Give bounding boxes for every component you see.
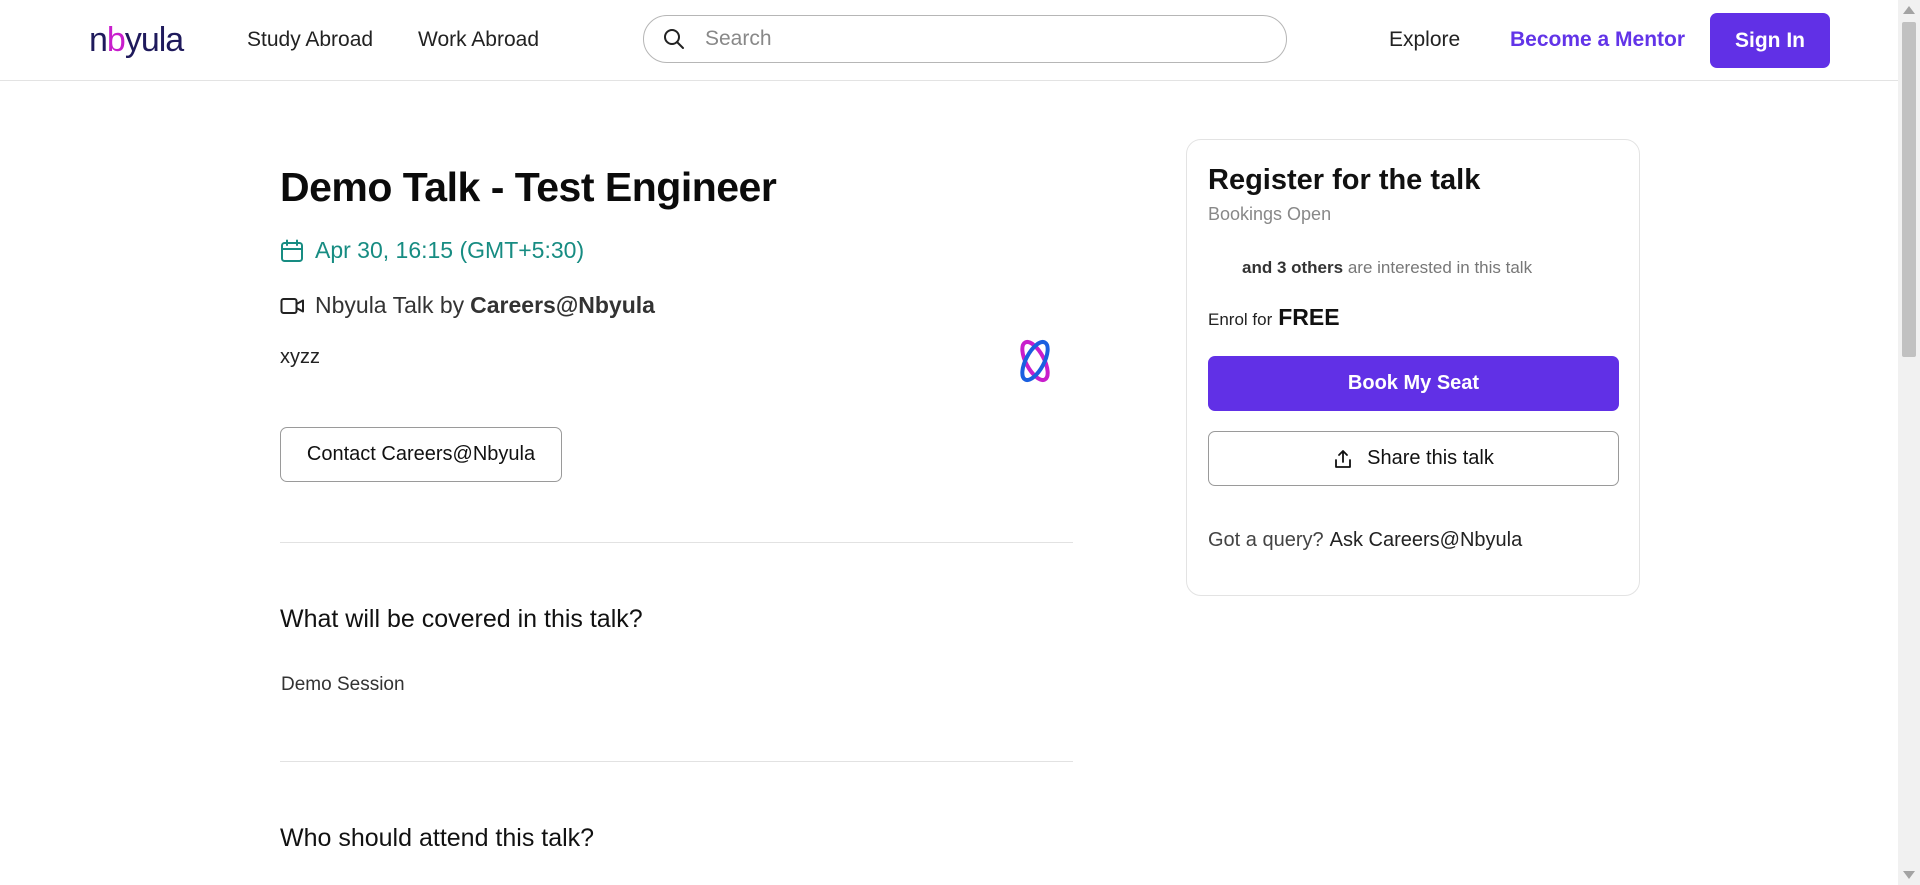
search-icon xyxy=(664,29,684,49)
calendar-icon xyxy=(281,239,303,262)
share-upload-icon xyxy=(1335,449,1352,468)
register-card: Register for the talk Bookings Open and … xyxy=(1186,139,1640,596)
scroll-up-arrow[interactable] xyxy=(1903,6,1915,14)
section-divider xyxy=(280,542,1073,543)
query-row: Got a query? Ask Careers@Nbyula xyxy=(1208,529,1522,552)
nbyula-logo[interactable]: nbyula xyxy=(89,20,184,59)
sign-in-button[interactable]: Sign In xyxy=(1710,13,1830,68)
search-input[interactable] xyxy=(703,26,1247,52)
talk-description: xyzz xyxy=(280,346,320,368)
nav-explore[interactable]: Explore xyxy=(1389,28,1460,52)
share-label: Share this talk xyxy=(1367,447,1494,469)
nbyula-mark-icon xyxy=(1017,337,1053,390)
interest-count-bold: and 3 others xyxy=(1242,258,1344,277)
section-heading-attendees: Who should attend this talk? xyxy=(280,824,595,852)
talk-date: Apr 30, 16:15 (GMT+5:30) xyxy=(280,237,584,264)
interest-count: and 3 others are interested in this talk xyxy=(1242,258,1532,278)
page-scrollbar[interactable] xyxy=(1898,0,1920,885)
logo-wordmark: nbyula xyxy=(89,20,184,59)
section-divider xyxy=(280,761,1073,762)
price-label: FREE xyxy=(1278,304,1340,330)
top-navbar: nbyula Study Abroad Work Abroad Explore … xyxy=(0,0,1898,81)
section-heading-covered: What will be covered in this talk? xyxy=(280,605,643,633)
query-prefix: Got a query? xyxy=(1208,529,1324,551)
ask-host-link[interactable]: Ask Careers@Nbyula xyxy=(1330,529,1523,551)
interest-count-text: are interested in this talk xyxy=(1347,258,1533,277)
section-body-covered: Demo Session xyxy=(281,674,405,695)
share-talk-button[interactable]: Share this talk xyxy=(1208,431,1619,486)
enrol-price: Enrol for FREE xyxy=(1208,304,1340,331)
register-title: Register for the talk xyxy=(1208,164,1481,196)
host-name[interactable]: Careers@Nbyula xyxy=(470,292,655,319)
scroll-down-arrow[interactable] xyxy=(1903,871,1915,879)
talk-date-text: Apr 30, 16:15 (GMT+5:30) xyxy=(315,237,585,263)
search-bar[interactable] xyxy=(643,15,1287,63)
talk-host: Nbyula Talk by Careers@Nbyula xyxy=(280,292,655,319)
scroll-thumb[interactable] xyxy=(1902,22,1916,357)
enrol-prefix: Enrol for xyxy=(1208,310,1273,329)
host-prefix: Nbyula Talk by xyxy=(315,292,465,318)
video-camera-icon xyxy=(280,297,304,314)
nav-work-abroad[interactable]: Work Abroad xyxy=(418,28,539,52)
book-my-seat-button[interactable]: Book My Seat xyxy=(1208,356,1619,411)
nav-study-abroad[interactable]: Study Abroad xyxy=(247,28,373,52)
become-mentor-link[interactable]: Become a Mentor xyxy=(1510,28,1685,52)
booking-status: Bookings Open xyxy=(1208,204,1332,224)
contact-host-button[interactable]: Contact Careers@Nbyula xyxy=(280,427,562,482)
talk-title: Demo Talk - Test Engineer xyxy=(280,164,777,210)
